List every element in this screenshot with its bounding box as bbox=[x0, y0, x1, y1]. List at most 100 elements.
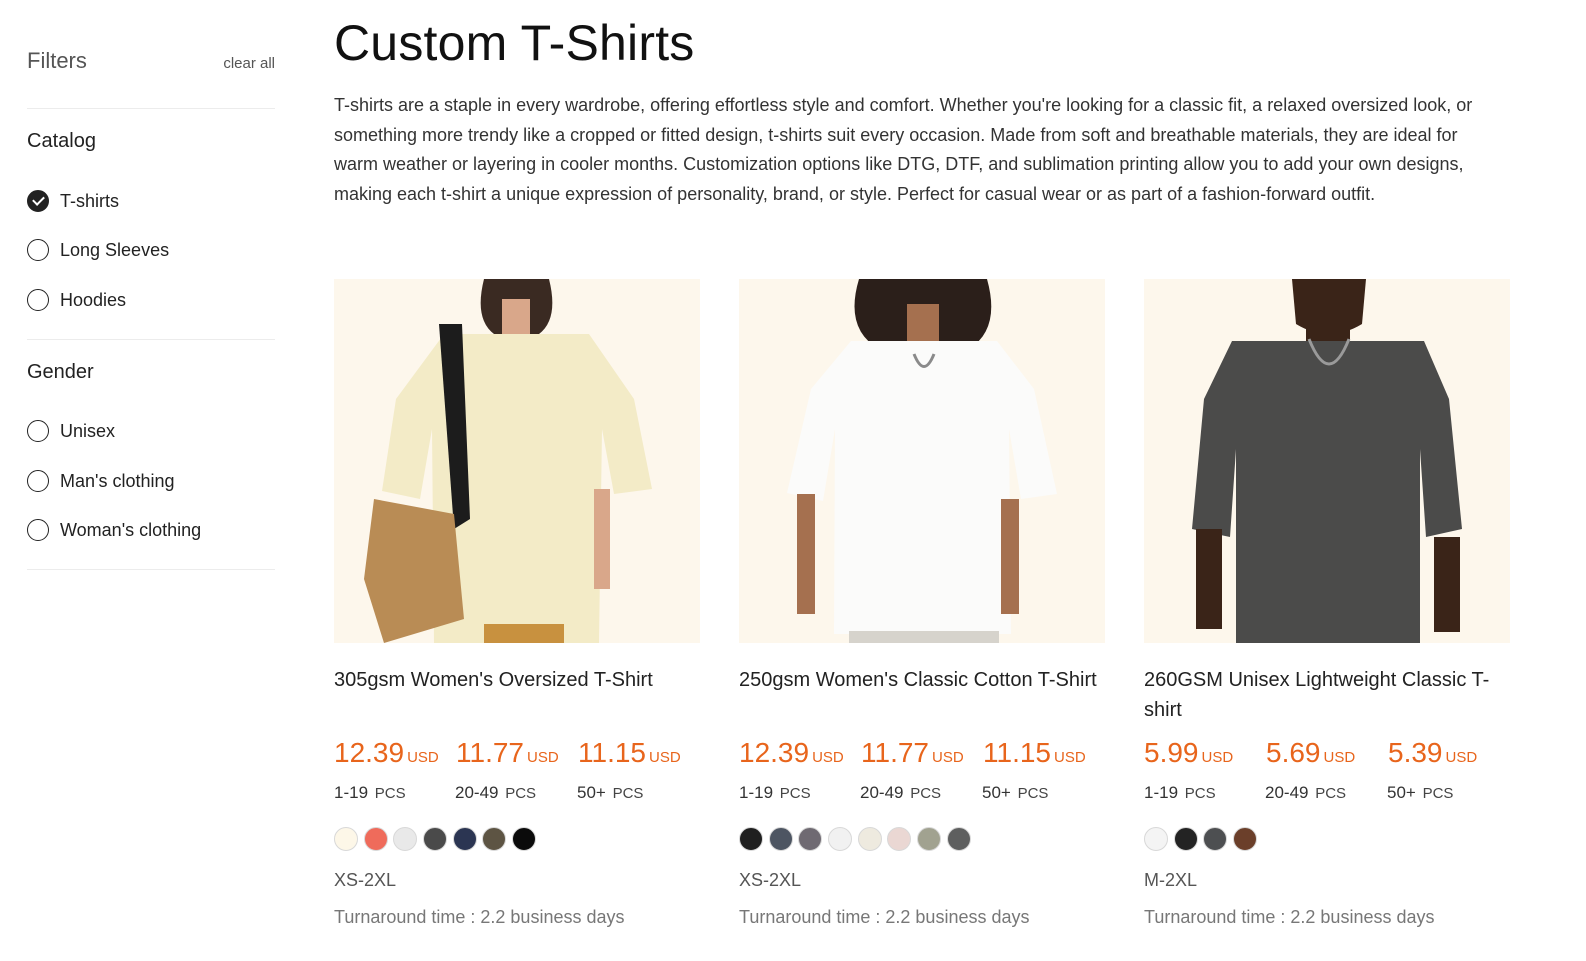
qty-range: 20-49 bbox=[860, 783, 904, 802]
product-card[interactable]: 305gsm Women's Oversized T-Shirt 12.39 US… bbox=[334, 279, 700, 927]
turnaround-time: Turnaround time : 2.2 business days bbox=[334, 907, 625, 927]
price-currency: USD bbox=[407, 749, 439, 766]
divider bbox=[27, 569, 275, 570]
color-swatch[interactable] bbox=[887, 827, 912, 851]
option-label: Man's clothing bbox=[60, 470, 175, 491]
qty-unit: PCS bbox=[779, 785, 811, 802]
qty-tier: 20-49 PCS bbox=[1265, 783, 1346, 803]
qty-range: 50+ bbox=[577, 783, 606, 802]
color-swatch[interactable] bbox=[828, 827, 853, 851]
product-image[interactable] bbox=[1144, 279, 1510, 643]
price-amount: 5.99 bbox=[1144, 737, 1199, 768]
price-amount: 5.39 bbox=[1388, 737, 1443, 768]
color-swatch[interactable] bbox=[798, 827, 823, 851]
price-amount: 5.69 bbox=[1266, 737, 1321, 768]
color-swatch[interactable] bbox=[512, 827, 537, 851]
qty-range: 1-19 bbox=[739, 783, 774, 802]
clear-all-button[interactable]: clear all bbox=[223, 55, 275, 72]
color-swatch[interactable] bbox=[334, 827, 358, 851]
option-label: Hoodies bbox=[60, 289, 127, 310]
qty-range: 1-19 bbox=[334, 783, 369, 802]
qty-tier: 50+ PCS bbox=[577, 783, 643, 803]
price-tier: 5.99 USD bbox=[1144, 737, 1233, 769]
qty-tier: 50+ PCS bbox=[1387, 783, 1453, 803]
color-swatch[interactable] bbox=[423, 827, 448, 851]
qty-unit: PCS bbox=[1184, 785, 1216, 802]
price-currency: USD bbox=[527, 749, 559, 766]
gender-option-womans-clothing[interactable]: Woman's clothing bbox=[27, 517, 201, 543]
price-amount: 11.15 bbox=[983, 737, 1051, 768]
option-label: T-shirts bbox=[60, 190, 120, 211]
color-swatch[interactable] bbox=[1203, 827, 1228, 851]
color-swatch[interactable] bbox=[482, 827, 507, 851]
gender-option-unisex[interactable]: Unisex bbox=[27, 418, 115, 444]
woman-cream-tshirt-illustration bbox=[334, 279, 700, 643]
qty-unit: PCS bbox=[374, 785, 406, 802]
product-name[interactable]: 250gsm Women's Classic Cotton T-Shirt bbox=[739, 665, 1105, 695]
quantity-tiers: 1-19 PCS 20-49 PCS 50+ PCS bbox=[334, 783, 714, 807]
color-swatch[interactable] bbox=[946, 827, 971, 851]
color-swatch[interactable] bbox=[739, 827, 763, 851]
product-name[interactable]: 305gsm Women's Oversized T-Shirt bbox=[334, 665, 700, 695]
color-swatch[interactable] bbox=[393, 827, 418, 851]
radio-icon[interactable] bbox=[27, 420, 49, 442]
price-amount: 11.15 bbox=[578, 737, 646, 768]
price-tiers: 5.99 USD 5.69 USD 5.39 USD bbox=[1144, 737, 1524, 769]
catalog-option-hoodies[interactable]: Hoodies bbox=[27, 287, 126, 313]
quantity-tiers: 1-19 PCS 20-49 PCS 50+ PCS bbox=[1144, 783, 1524, 807]
product-card[interactable]: 250gsm Women's Classic Cotton T-Shirt 12… bbox=[739, 279, 1105, 927]
qty-unit: PCS bbox=[1422, 785, 1454, 802]
price-tier: 11.15 USD bbox=[578, 737, 681, 769]
catalog-option-long-sleeves[interactable]: Long Sleeves bbox=[27, 237, 169, 263]
color-swatch[interactable] bbox=[452, 827, 477, 851]
color-swatch[interactable] bbox=[768, 827, 793, 851]
man-charcoal-tshirt-illustration bbox=[1144, 279, 1510, 643]
price-amount: 11.77 bbox=[861, 737, 929, 768]
color-swatches bbox=[739, 827, 977, 851]
option-label: Woman's clothing bbox=[60, 519, 202, 540]
option-label: Long Sleeves bbox=[60, 239, 170, 260]
qty-tier: 50+ PCS bbox=[982, 783, 1048, 803]
color-swatch[interactable] bbox=[1144, 827, 1168, 851]
radio-icon[interactable] bbox=[27, 289, 49, 311]
price-amount: 12.39 bbox=[334, 737, 405, 768]
radio-icon[interactable] bbox=[27, 470, 49, 492]
price-tier: 5.69 USD bbox=[1266, 737, 1355, 769]
gender-section-title: Gender bbox=[27, 361, 94, 383]
radio-icon[interactable] bbox=[27, 519, 49, 541]
gender-option-mans-clothing[interactable]: Man's clothing bbox=[27, 468, 175, 494]
price-currency: USD bbox=[812, 749, 844, 766]
color-swatch[interactable] bbox=[363, 827, 388, 851]
turnaround-time: Turnaround time : 2.2 business days bbox=[739, 907, 1030, 927]
turnaround-time: Turnaround time : 2.2 business days bbox=[1144, 907, 1435, 927]
product-image[interactable] bbox=[334, 279, 700, 643]
price-currency: USD bbox=[1323, 749, 1356, 766]
color-swatch[interactable] bbox=[1233, 827, 1258, 851]
qty-tier: 1-19 PCS bbox=[1144, 783, 1216, 803]
qty-range: 1-19 bbox=[1144, 783, 1179, 802]
radio-icon[interactable] bbox=[27, 239, 49, 261]
qty-range: 20-49 bbox=[1265, 783, 1309, 802]
size-range: XS-2XL bbox=[334, 870, 397, 890]
product-image[interactable] bbox=[739, 279, 1105, 643]
qty-unit: PCS bbox=[910, 785, 942, 802]
price-currency: USD bbox=[649, 749, 681, 766]
checked-radio-icon[interactable] bbox=[27, 190, 49, 212]
price-tier: 11.77 USD bbox=[456, 737, 559, 769]
color-swatch[interactable] bbox=[857, 827, 882, 851]
color-swatch[interactable] bbox=[917, 827, 942, 851]
qty-unit: PCS bbox=[505, 785, 537, 802]
qty-range: 50+ bbox=[1387, 783, 1416, 802]
catalog-option-t-shirts[interactable]: T-shirts bbox=[27, 188, 119, 214]
price-tier: 11.15 USD bbox=[983, 737, 1086, 769]
price-currency: USD bbox=[932, 749, 964, 766]
product-name[interactable]: 260GSM Unisex Lightweight Classic T-shir… bbox=[1144, 665, 1510, 725]
color-swatch[interactable] bbox=[1173, 827, 1198, 851]
divider bbox=[27, 108, 275, 109]
price-currency: USD bbox=[1201, 749, 1234, 766]
price-amount: 11.77 bbox=[456, 737, 524, 768]
product-card[interactable]: 260GSM Unisex Lightweight Classic T-shir… bbox=[1144, 279, 1510, 927]
price-currency: USD bbox=[1445, 749, 1478, 766]
qty-range: 50+ bbox=[982, 783, 1011, 802]
woman-white-tshirt-illustration bbox=[739, 279, 1105, 643]
